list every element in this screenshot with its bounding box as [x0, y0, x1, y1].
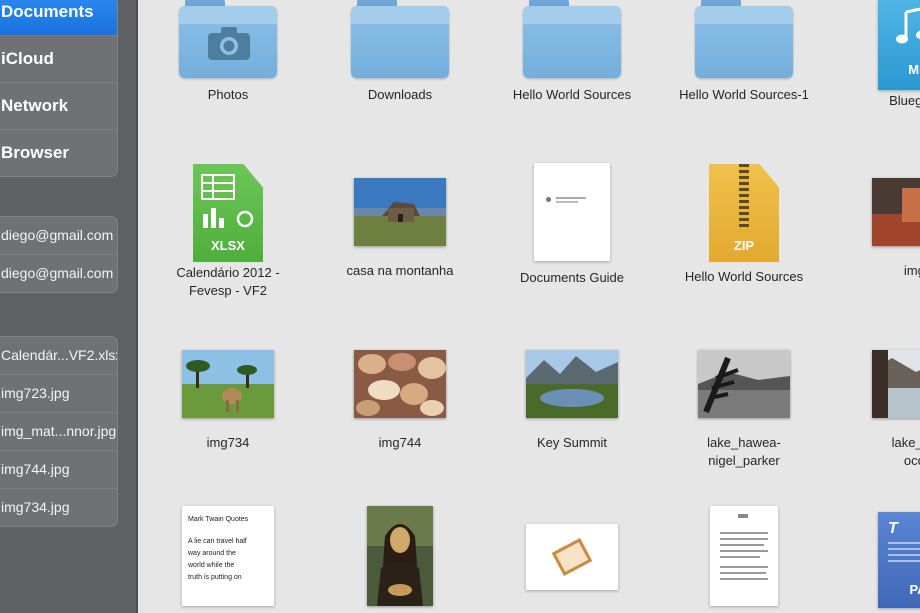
file-item[interactable]: [320, 506, 480, 606]
music-note-icon: [896, 7, 920, 44]
file-item[interactable]: Downloads: [320, 0, 480, 104]
file-name: casa na montanha: [346, 263, 454, 278]
folder-icon: [179, 0, 277, 78]
sidebar-item-label: Browser: [1, 143, 70, 162]
recent-label: Calendár...VF2.xlsx: [1, 347, 118, 363]
file-item[interactable]: [492, 524, 652, 590]
file-type-badge: XLSX: [211, 238, 245, 253]
photo-thumbnail: [354, 350, 446, 418]
sidebar-item-account[interactable]: diego@gmail.com: [0, 255, 117, 292]
file-name: img7: [903, 263, 920, 278]
photo-thumbnail: [526, 350, 618, 418]
account-label: diego@gmail.com: [1, 265, 114, 281]
sidebar-item-recent[interactable]: Calendár...VF2.xlsx: [0, 337, 117, 375]
photo-thumbnail: [526, 524, 618, 590]
file-name: Photos: [207, 87, 249, 102]
file-name: Hello World Sources: [512, 87, 632, 102]
accounts-group: diego@gmail.com diego@gmail.com: [0, 216, 118, 293]
doc-preview-line: A lie can travel half: [188, 538, 247, 545]
doc-preview-line: world while the: [188, 562, 235, 569]
recent-label: img_mat...nnor.jpg: [1, 423, 117, 439]
file-item[interactable]: Photos: [148, 0, 308, 104]
pages-file-icon: T PA: [878, 512, 920, 608]
file-name: Bluegrass: [889, 93, 920, 108]
pdf-file-icon: [534, 163, 610, 261]
file-item[interactable]: casa na montanha: [320, 178, 480, 280]
spreadsheet-file-icon: XLSX: [193, 164, 263, 262]
sidebar-item-recent[interactable]: img744.jpg: [0, 451, 117, 489]
sidebar-item-network[interactable]: Network: [0, 83, 117, 130]
file-name: Calendário 2012 -: [176, 265, 280, 280]
file-name: Hello World Sources-1: [679, 87, 809, 102]
file-name: img744: [378, 435, 422, 450]
photo-thumbnail: [698, 350, 790, 418]
sidebar-item-browser[interactable]: Browser: [0, 130, 117, 176]
sidebar-item-icloud[interactable]: iCloud: [0, 36, 117, 83]
file-grid: Photos Downloads Hello World Sources Hel…: [138, 0, 920, 613]
file-item[interactable]: lake_hawea- nigel_parker: [664, 350, 824, 470]
file-item[interactable]: T PA: [838, 512, 920, 608]
sidebar: Documents iCloud Network Browser diego@g…: [0, 0, 136, 613]
file-item[interactable]: Hello World Sources: [492, 0, 652, 104]
file-type-badge: ZIP: [733, 238, 755, 253]
file-item[interactable]: img734: [148, 350, 308, 452]
file-item[interactable]: Documents Guide: [492, 163, 652, 287]
recent-label: img744.jpg: [1, 461, 70, 477]
photo-thumbnail: [872, 350, 920, 418]
photo-thumbnail: [872, 178, 920, 246]
table-chart-icon: [201, 174, 254, 228]
sidebar-item-label: iCloud: [1, 49, 54, 68]
text-icon: T: [888, 520, 898, 537]
recent-label: img723.jpg: [1, 385, 70, 401]
file-name: lake_hawea-: [707, 435, 781, 450]
file-item[interactable]: img7: [838, 178, 920, 280]
sidebar-item-recent[interactable]: img723.jpg: [0, 375, 117, 413]
sidebar-item-account[interactable]: diego@gmail.com: [0, 217, 117, 255]
file-type-badge: PA: [909, 582, 920, 597]
sidebar-item-label: Documents: [1, 2, 94, 21]
account-label: diego@gmail.com: [1, 227, 114, 243]
file-name: img734: [206, 435, 250, 450]
folder-icon: [695, 0, 793, 78]
file-name: Hello World Sources: [684, 269, 804, 284]
file-name-line2: Fevesp - VF2: [188, 283, 268, 298]
folder-icon: [523, 0, 621, 78]
file-name: lake_mat: [891, 435, 920, 450]
file-item[interactable]: [664, 506, 824, 606]
places-group: Documents iCloud Network Browser: [0, 0, 118, 177]
photo-thumbnail: [182, 350, 274, 418]
file-item[interactable]: lake_mat ocon: [838, 350, 920, 470]
folder-icon: [351, 0, 449, 78]
file-item[interactable]: ZIP Hello World Sources: [664, 164, 824, 286]
sidebar-item-recent[interactable]: img_mat...nnor.jpg: [0, 413, 117, 451]
audio-file-icon: MP: [878, 0, 920, 90]
recent-label: img734.jpg: [1, 499, 70, 515]
photo-thumbnail: [367, 506, 433, 606]
doc-preview-line: truth is putting on: [188, 574, 242, 581]
camera-icon: [208, 27, 250, 60]
document-thumbnail: Mark Twain Quotes A lie can travel half …: [182, 506, 274, 606]
doc-preview-title: Mark Twain Quotes: [188, 516, 249, 523]
zip-file-icon: ZIP: [709, 164, 779, 262]
recents-group: Calendár...VF2.xlsx img723.jpg img_mat..…: [0, 336, 118, 527]
photo-thumbnail: [354, 178, 446, 246]
sidebar-item-label: Network: [1, 96, 69, 115]
file-name-line2: nigel_parker: [708, 453, 780, 468]
doc-preview-line: way around the: [188, 550, 236, 557]
file-item[interactable]: MP Bluegrass: [838, 0, 920, 110]
file-type-badge: MP: [908, 62, 920, 77]
zipper-icon: [739, 164, 749, 228]
file-name: Downloads: [367, 87, 433, 102]
file-name-line2: ocon: [903, 453, 920, 468]
document-thumbnail: [710, 506, 778, 606]
sidebar-item-recent[interactable]: img734.jpg: [0, 489, 117, 526]
sidebar-item-documents[interactable]: Documents: [0, 0, 117, 36]
file-item[interactable]: Mark Twain Quotes A lie can travel half …: [148, 506, 308, 606]
file-item[interactable]: Key Summit: [492, 350, 652, 452]
file-name: Documents Guide: [519, 270, 625, 285]
file-item[interactable]: Hello World Sources-1: [664, 0, 824, 104]
file-item[interactable]: XLSX Calendário 2012 - Fevesp - VF2: [148, 164, 308, 300]
file-item[interactable]: img744: [320, 350, 480, 452]
file-name: Key Summit: [536, 435, 608, 450]
